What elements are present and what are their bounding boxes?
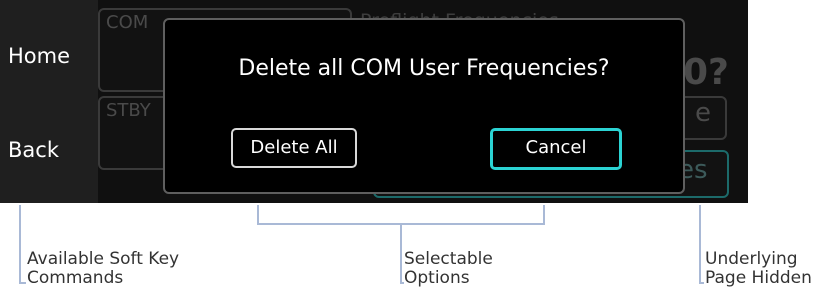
underlying-caption-line1: Underlying [705, 249, 798, 269]
options-bracket-line [257, 205, 545, 284]
softkey-caption: Available Soft Key Commands [27, 250, 179, 288]
softkey-caption-line2: Commands [27, 268, 124, 288]
underlying-caption: Underlying Page Hidden [705, 250, 812, 288]
options-caption-line2: Options [404, 268, 470, 288]
softkey-caption-line1: Available Soft Key [27, 249, 180, 269]
options-caption-line1: Selectable [404, 249, 493, 269]
underlying-caption-line2: Page Hidden [705, 268, 812, 288]
underlying-callout-line [699, 205, 704, 284]
softkey-callout-line [19, 205, 26, 284]
options-caption: Selectable Options [404, 250, 493, 288]
